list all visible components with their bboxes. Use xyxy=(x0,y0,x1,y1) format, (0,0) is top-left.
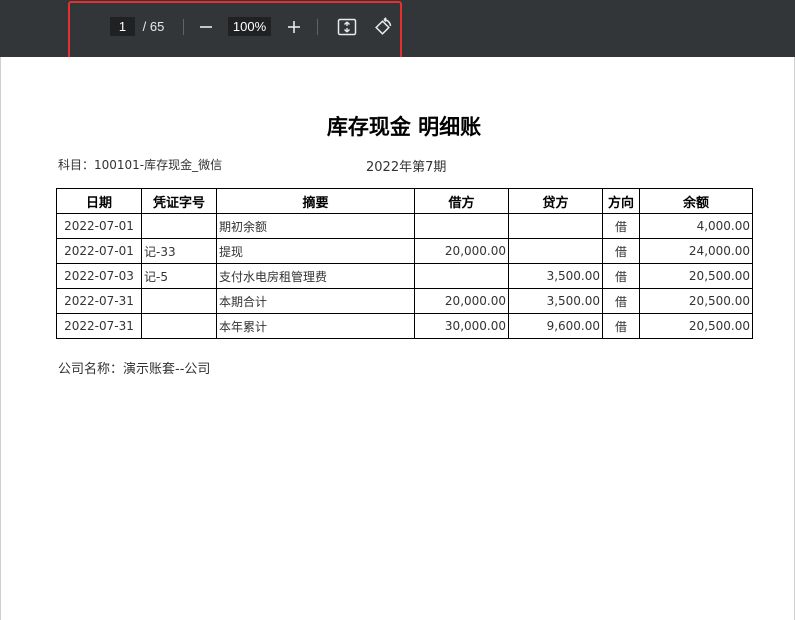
summary-cell: 提现 xyxy=(216,238,415,264)
rotate-icon xyxy=(375,17,392,35)
debit-cell xyxy=(414,263,509,289)
pdf-toolbar: 1 / 65 100% xyxy=(0,0,795,57)
plus-icon xyxy=(288,21,300,33)
direction-cell: 借 xyxy=(602,238,640,264)
credit-cell xyxy=(508,238,603,264)
debit-cell: 30,000.00 xyxy=(414,313,509,339)
voucher-cell: 记-5 xyxy=(141,263,217,289)
company-name: 公司名称：演示账套--公司 xyxy=(58,362,211,377)
voucher-cell xyxy=(141,213,217,239)
column-header: 凭证字号 xyxy=(141,188,217,214)
zoom-level-input[interactable]: 100% xyxy=(228,17,271,36)
balance-cell: 24,000.00 xyxy=(639,238,753,264)
direction-cell: 借 xyxy=(602,313,640,339)
credit-cell: 3,500.00 xyxy=(508,288,603,314)
rotate-button[interactable] xyxy=(370,14,396,40)
column-header: 贷方 xyxy=(508,188,603,214)
toolbar-divider xyxy=(183,19,184,35)
date-cell: 2022-07-01 xyxy=(56,213,142,239)
debit-cell: 20,000.00 xyxy=(414,288,509,314)
column-header: 方向 xyxy=(602,188,640,214)
page-total-label: / 65 xyxy=(139,19,165,34)
table-row: 2022-07-01 期初余额 借 4,000.00 xyxy=(56,213,753,239)
summary-cell: 支付水电房租管理费 xyxy=(216,263,415,289)
direction-cell: 借 xyxy=(602,288,640,314)
summary-cell: 期初余额 xyxy=(216,213,415,239)
column-header: 摘要 xyxy=(216,188,415,214)
minus-icon xyxy=(200,26,212,28)
column-header: 借方 xyxy=(414,188,509,214)
balance-cell: 20,500.00 xyxy=(639,288,753,314)
summary-cell: 本年累计 xyxy=(216,313,415,339)
credit-cell xyxy=(508,213,603,239)
ledger-table: 日期 凭证字号 摘要 借方 贷方 方向 余额 2022-07-01 期初余额 借… xyxy=(56,188,753,339)
fit-to-page-button[interactable] xyxy=(334,14,360,40)
fit-page-icon xyxy=(337,18,357,36)
zoom-out-button[interactable] xyxy=(193,14,219,40)
table-header-row: 日期 凭证字号 摘要 借方 贷方 方向 余额 xyxy=(56,188,753,214)
page-number-input[interactable]: 1 xyxy=(110,17,135,36)
toolbar-divider xyxy=(317,19,318,35)
balance-cell: 4,000.00 xyxy=(639,213,753,239)
summary-cell: 本期合计 xyxy=(216,288,415,314)
debit-cell xyxy=(414,213,509,239)
date-cell: 2022-07-31 xyxy=(56,288,142,314)
zoom-in-button[interactable] xyxy=(281,14,307,40)
balance-cell: 20,500.00 xyxy=(639,313,753,339)
voucher-cell xyxy=(141,313,217,339)
document-title: 库存现金 明细账 xyxy=(326,115,482,139)
direction-cell: 借 xyxy=(602,213,640,239)
column-header: 余额 xyxy=(639,188,753,214)
voucher-cell: 记-33 xyxy=(141,238,217,264)
date-cell: 2022-07-03 xyxy=(56,263,142,289)
voucher-cell xyxy=(141,288,217,314)
balance-cell: 20,500.00 xyxy=(639,263,753,289)
debit-cell: 20,000.00 xyxy=(414,238,509,264)
credit-cell: 9,600.00 xyxy=(508,313,603,339)
credit-cell: 3,500.00 xyxy=(508,263,603,289)
table-row: 2022-07-31 本年累计 30,000.00 9,600.00 借 20,… xyxy=(56,313,753,339)
accounting-period: 2022年第7期 xyxy=(366,160,447,175)
table-row: 2022-07-03 记-5 支付水电房租管理费 3,500.00 借 20,5… xyxy=(56,263,753,289)
column-header: 日期 xyxy=(56,188,142,214)
account-subject: 科目：100101-库存现金_微信 xyxy=(58,158,223,172)
direction-cell: 借 xyxy=(602,263,640,289)
date-cell: 2022-07-01 xyxy=(56,238,142,264)
table-row: 2022-07-01 记-33 提现 20,000.00 借 24,000.00 xyxy=(56,238,753,264)
date-cell: 2022-07-31 xyxy=(56,313,142,339)
table-row: 2022-07-31 本期合计 20,000.00 3,500.00 借 20,… xyxy=(56,288,753,314)
